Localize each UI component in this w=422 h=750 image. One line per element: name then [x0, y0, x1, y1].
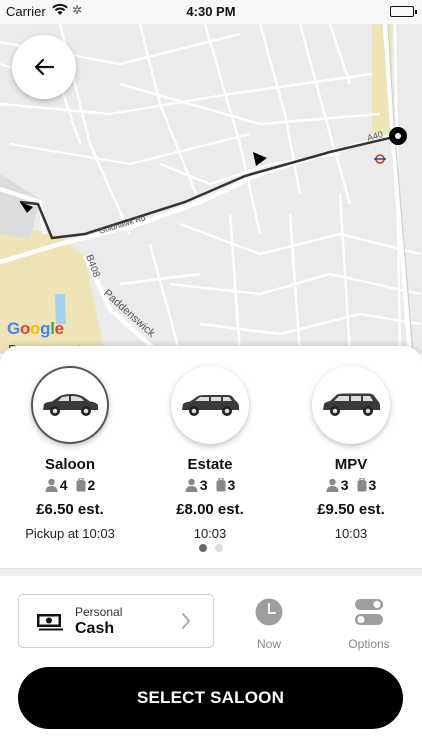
options-button[interactable]: Options	[329, 598, 409, 651]
vehicle-capacity: 3 3	[281, 477, 421, 493]
map-road-label-paddenswick: Paddenswick	[101, 287, 158, 340]
section-divider	[0, 568, 422, 576]
clock-icon	[255, 598, 283, 626]
page-dot[interactable]	[215, 544, 223, 552]
vehicle-price: £6.50 est.	[36, 501, 104, 518]
vehicle-capacity: 4 2	[0, 477, 140, 493]
vehicle-option-saloon[interactable]: Saloon 4 2 £6.50 est. Pickup at 10:03	[0, 366, 140, 541]
person-icon	[326, 478, 339, 492]
saloon-car-icon	[43, 394, 98, 416]
vehicle-option-estate[interactable]: Estate 3 3 £8.00 est. 10:03	[140, 366, 280, 541]
payment-method: Cash	[75, 619, 115, 637]
luggage-icon	[216, 478, 225, 492]
luggage-icon	[76, 478, 85, 492]
passenger-count: 3	[340, 477, 349, 493]
vehicle-name: Saloon	[44, 456, 95, 473]
toggle-icon	[355, 599, 383, 625]
estate-car-icon	[182, 395, 239, 416]
banknote-icon	[37, 614, 63, 631]
page-dot-active[interactable]	[199, 544, 207, 552]
options-label: Options	[348, 637, 390, 651]
pickup-time: Pickup at 10:03	[25, 526, 115, 541]
clock-time: 4:30 PM	[186, 4, 236, 19]
google-logo: Google	[7, 319, 64, 338]
vehicle-circle	[312, 366, 390, 444]
vehicle-name: Estate	[187, 456, 233, 473]
pickup-time-label: Now	[256, 637, 281, 651]
vehicle-circle	[31, 366, 109, 444]
bag-count: 3	[368, 477, 377, 493]
vehicle-capacity: 3 3	[140, 477, 280, 493]
payment-type: Personal	[75, 604, 123, 619]
vehicle-option-mpv[interactable]: MPV 3 3 £9.50 est. 10:03	[281, 366, 421, 541]
vehicle-name: MPV	[334, 456, 368, 473]
passenger-count: 3	[199, 477, 208, 493]
bag-count: 3	[227, 477, 236, 493]
mpv-car-icon	[323, 393, 380, 416]
passenger-count: 4	[59, 477, 68, 493]
page-indicator	[0, 544, 422, 552]
vehicle-circle	[171, 366, 249, 444]
luggage-icon	[357, 478, 366, 492]
person-icon	[185, 478, 198, 492]
back-button[interactable]	[12, 35, 76, 99]
battery-icon	[390, 6, 417, 17]
pickup-time: 10:03	[334, 526, 368, 541]
status-bar: Carrier ✲ 4:30 PM	[0, 0, 422, 24]
person-icon	[45, 478, 58, 492]
vehicle-price: £8.00 est.	[176, 501, 244, 518]
pickup-time: 10:03	[193, 526, 227, 541]
pickup-time-button[interactable]: Now	[229, 598, 309, 651]
payment-method-button[interactable]: Personal Cash	[18, 594, 214, 648]
chevron-right-icon	[182, 613, 190, 629]
arrow-left-icon	[34, 58, 54, 76]
vehicle-options: Saloon 4 2 £6.50 est. Pickup at 10:03 Es…	[0, 366, 422, 541]
select-vehicle-button[interactable]: SELECT SALOON	[18, 667, 403, 729]
vehicle-price: £9.50 est.	[317, 501, 385, 518]
bag-count: 2	[87, 477, 96, 493]
booking-sheet: Saloon 4 2 £6.50 est. Pickup at 10:03 Es…	[0, 346, 422, 750]
